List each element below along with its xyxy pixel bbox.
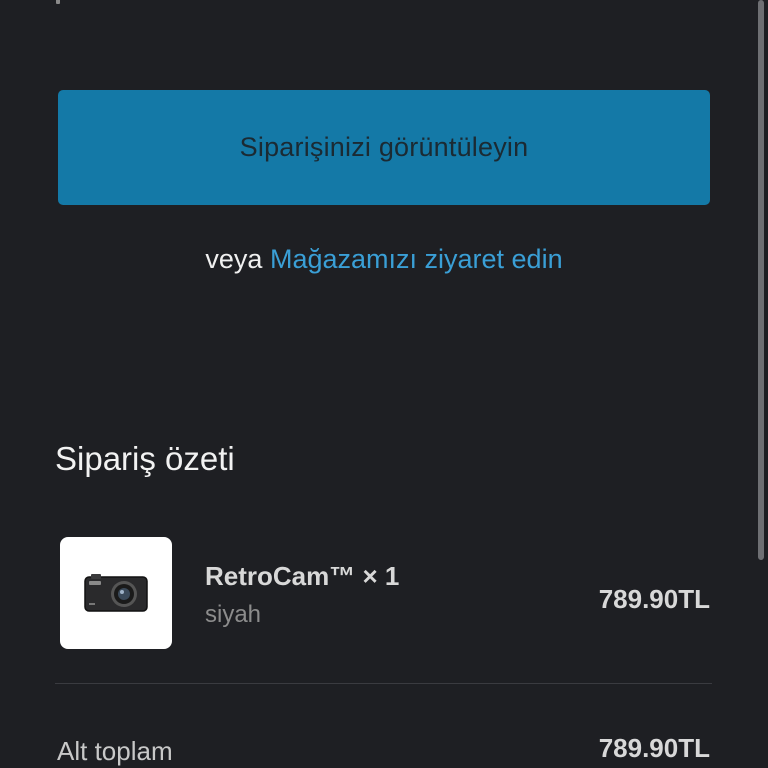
or-label: veya (205, 244, 263, 274)
summary-divider (55, 683, 712, 684)
order-summary-title: Sipariş özeti (55, 440, 235, 477)
product-variant: siyah (205, 601, 262, 628)
subtotal-value: 789.90TL (598, 733, 710, 763)
alternative-action: veya Mağazamızı ziyaret edin (0, 244, 768, 275)
camera-icon (84, 574, 148, 612)
order-confirmation-page: Siparişinizi görüntüleyin veya Mağazamız… (0, 0, 768, 768)
subtotal-label: Alt toplam (57, 736, 173, 766)
order-item: RetroCam™ × 1 siyah 789.90TL (60, 537, 712, 649)
vertical-scrollbar[interactable] (758, 0, 764, 560)
view-order-button[interactable]: Siparişinizi görüntüleyin (58, 90, 710, 205)
product-price: 789.90TL (598, 584, 710, 614)
truncated-text-fragment (56, 0, 60, 4)
visit-store-link[interactable]: Mağazamızı ziyaret edin (270, 244, 563, 274)
product-name: RetroCam™ × 1 (205, 561, 400, 591)
product-thumbnail (60, 537, 172, 649)
